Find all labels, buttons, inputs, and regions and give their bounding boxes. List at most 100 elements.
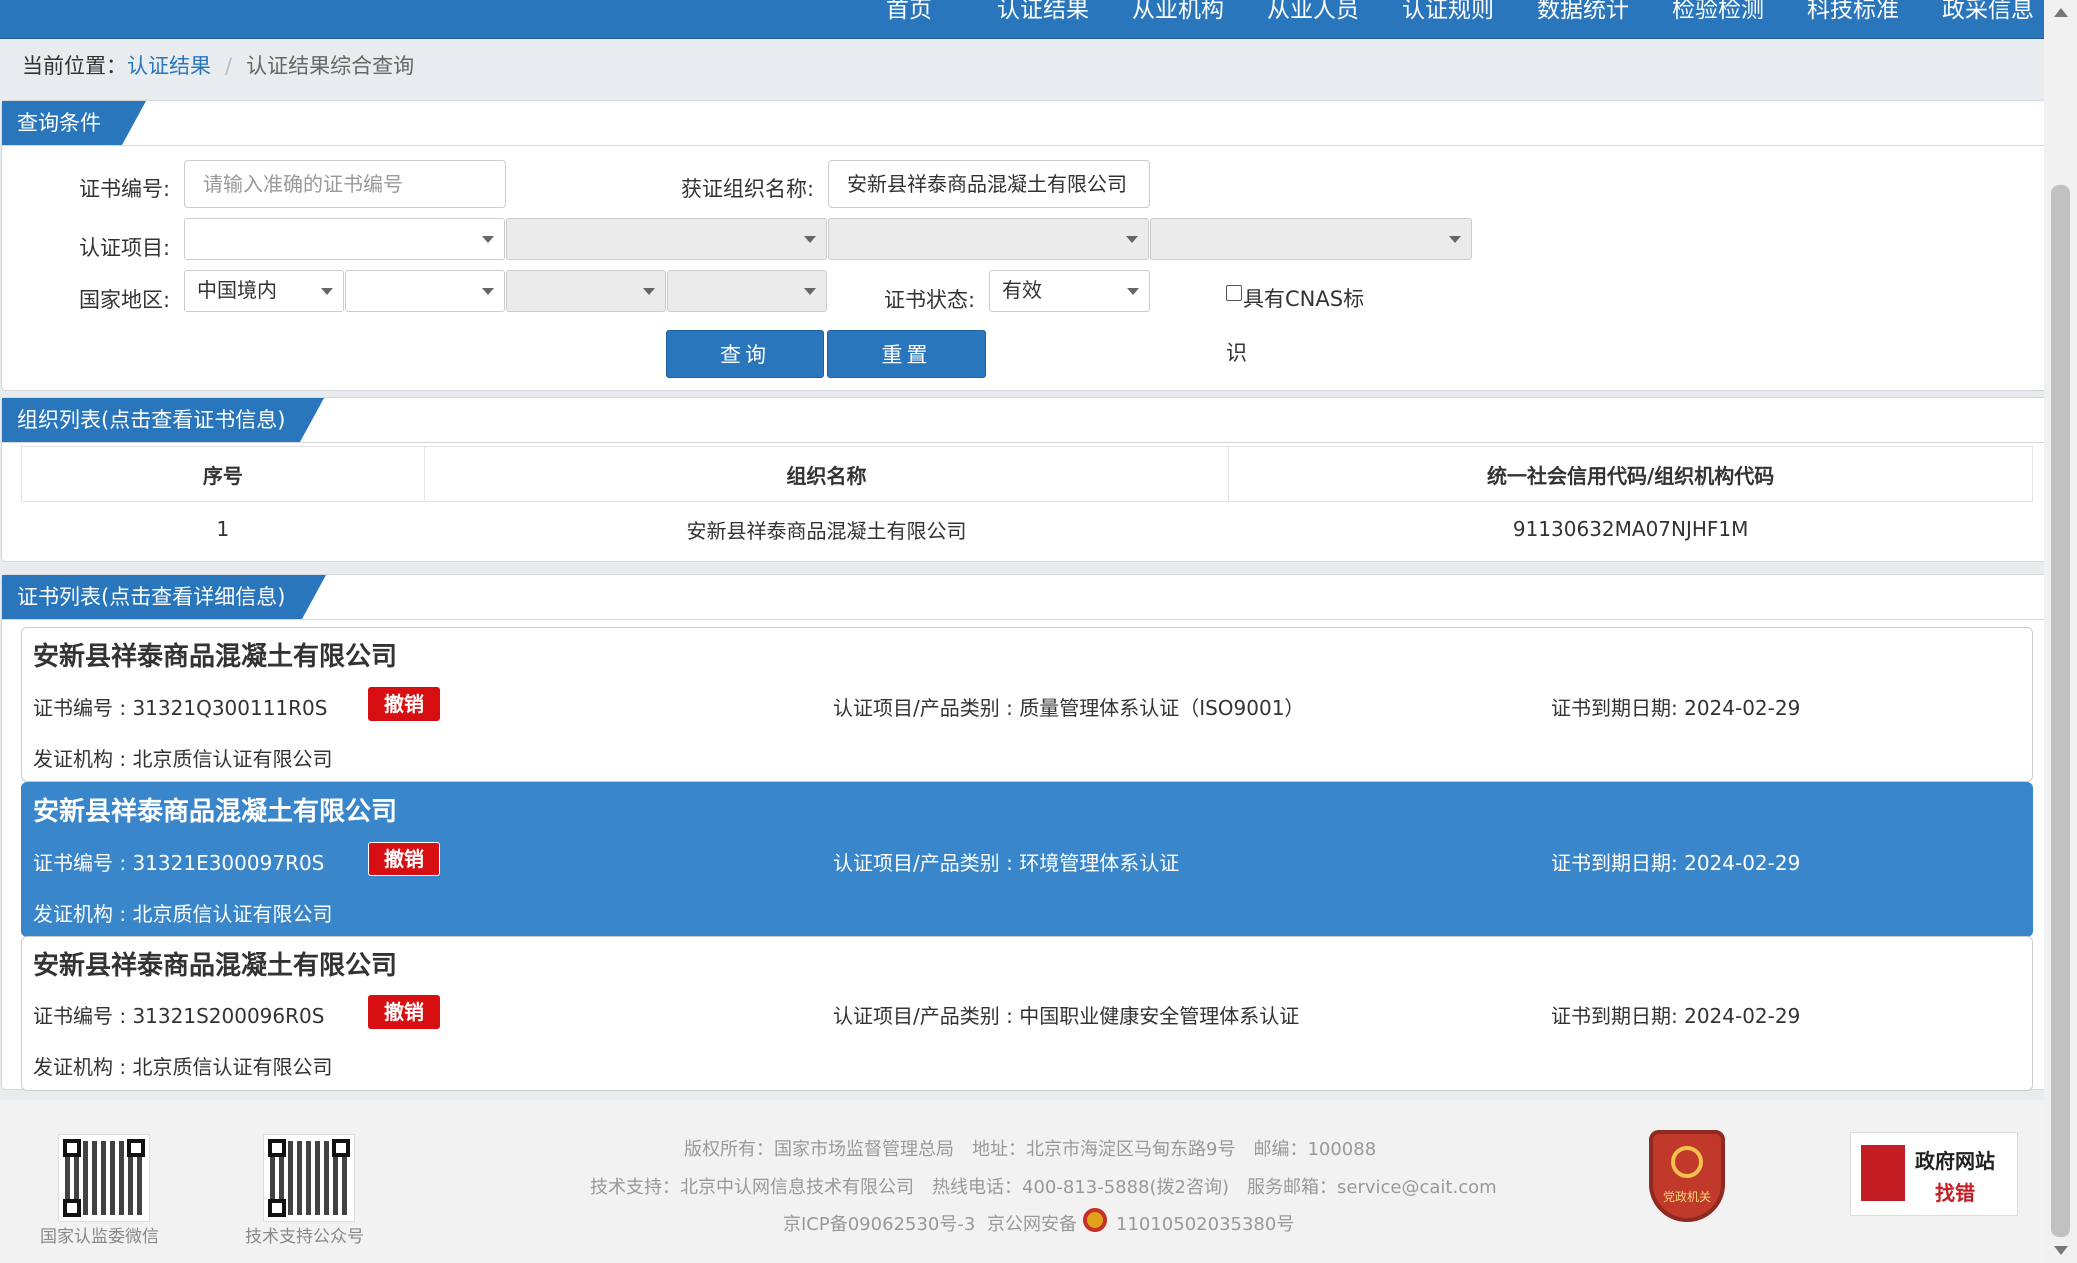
footer-copyright: 版权所有：国家市场监督管理总局 地址：北京市海淀区马甸东路9号 邮编：10008…	[684, 1139, 1377, 1160]
cert-number: 证书编号 : 31321E300097R0S	[33, 851, 325, 875]
chevron-down-icon	[321, 288, 333, 295]
project-select-3[interactable]	[828, 218, 1149, 260]
qr-corner	[332, 1139, 350, 1157]
nav-statistics[interactable]: 数据统计	[1537, 0, 1629, 34]
project-label: 认证项目:	[79, 236, 171, 260]
row-index: 1	[216, 517, 230, 541]
breadcrumb-current: 认证结果综合查询	[246, 54, 415, 78]
breadcrumb-prefix: 当前位置：	[22, 54, 127, 78]
cert-card-selected[interactable]: 安新县祥泰商品混凝土有限公司 证书编号 : 31321E300097R0S 撤销…	[21, 782, 2033, 937]
party-gov-badge[interactable]: 党政机关	[1649, 1130, 1725, 1222]
cnas-label: 具有CNAS标	[1243, 287, 1365, 311]
status-badge: 撤销	[368, 995, 440, 1029]
cert-project: 认证项目/产品类别 : 环境管理体系认证	[833, 851, 1180, 875]
qr-corner	[127, 1139, 145, 1157]
chevron-down-icon	[804, 236, 816, 243]
cert-card[interactable]: 安新县祥泰商品混凝土有限公司 证书编号 : 31321Q300111R0S 撤销…	[21, 627, 2033, 782]
nav-inspection[interactable]: 检验检测	[1672, 0, 1764, 34]
region-select-country[interactable]: 中国境内	[184, 270, 344, 312]
table-header-row: 序号 组织名称 统一社会信用代码/组织机构代码	[21, 446, 2033, 502]
status-badge: 撤销	[368, 842, 440, 876]
nav-practitioners[interactable]: 从业人员	[1267, 0, 1359, 34]
nav-home[interactable]: 首页	[886, 0, 932, 34]
chevron-down-icon	[482, 288, 494, 295]
breadcrumb-separator: /	[225, 54, 233, 78]
scroll-up-icon[interactable]	[2054, 8, 2068, 17]
scrollbar[interactable]	[2044, 0, 2077, 1263]
org-table: 序号 组织名称 统一社会信用代码/组织机构代码 1 安新县祥泰商品混凝土有限公司…	[21, 446, 2033, 556]
footer-icp[interactable]: 京ICP备09062530号-3	[783, 1210, 975, 1236]
party-badge-text: 党政机关	[1662, 1190, 1711, 1204]
police-badge-icon	[1083, 1208, 1107, 1232]
support-qr-code	[263, 1134, 355, 1222]
scroll-down-icon[interactable]	[2054, 1246, 2068, 1255]
status-label: 证书状态:	[884, 288, 976, 312]
search-button[interactable]: 查询	[666, 330, 824, 378]
cert-number: 证书编号 : 31321Q300111R0S	[33, 696, 328, 720]
top-nav: 首页 认证结果 从业机构 从业人员 认证规则 数据统计 检验检测 科技标准 政采…	[0, 0, 2044, 39]
chevron-down-icon	[1449, 236, 1461, 243]
project-select-2[interactable]	[506, 218, 827, 260]
region-value: 中国境内	[197, 278, 277, 302]
cert-issuer: 发证机构 : 北京质信认证有限公司	[33, 1055, 333, 1079]
party-emblem-icon	[1671, 1146, 1703, 1178]
region-select-province[interactable]	[345, 270, 505, 312]
region-label: 国家地区:	[79, 288, 171, 312]
cert-project: 认证项目/产品类别 : 中国职业健康安全管理体系认证	[833, 1004, 1300, 1028]
nav-cert-results[interactable]: 认证结果	[997, 0, 1089, 34]
cert-no-input[interactable]	[184, 160, 506, 208]
nav-cert-rules[interactable]: 认证规则	[1402, 0, 1494, 34]
nav-standards[interactable]: 科技标准	[1807, 0, 1899, 34]
col-code-header: 统一社会信用代码/组织机构代码	[1228, 446, 2033, 502]
magnifier-icon	[1861, 1145, 1905, 1201]
row-org-name[interactable]: 安新县祥泰商品混凝土有限公司	[424, 502, 1228, 557]
row-credit-code: 91130632MA07NJHF1M	[1512, 517, 1749, 541]
cert-number: 证书编号 : 31321S200096R0S	[33, 1004, 325, 1028]
cert-org-name: 安新县祥泰商品混凝土有限公司	[33, 642, 398, 672]
org-name-input[interactable]: 安新县祥泰商品混凝土有限公司	[828, 160, 1150, 208]
chevron-down-icon	[482, 236, 494, 243]
org-list-header: 组织列表(点击查看证书信息)	[2, 398, 2053, 443]
chevron-down-icon	[643, 288, 655, 295]
nav-procurement[interactable]: 政采信息	[1942, 0, 2034, 34]
org-list-title: 组织列表(点击查看证书信息)	[2, 398, 324, 442]
cert-issuer: 发证机构 : 北京质信认证有限公司	[33, 747, 333, 771]
cert-card[interactable]: 安新县祥泰商品混凝土有限公司 证书编号 : 31321S200096R0S 撤销…	[21, 936, 2033, 1091]
qr-corner	[63, 1139, 81, 1157]
cnas-label-wrap: 识	[1226, 341, 1247, 365]
query-panel-title: 查询条件	[2, 101, 146, 145]
breadcrumb: 当前位置：认证结果 / 认证结果综合查询	[22, 50, 414, 80]
gov-site-error-button[interactable]: 政府网站 找错	[1850, 1132, 2018, 1216]
status-select[interactable]: 有效	[989, 270, 1150, 312]
region-select-district[interactable]	[667, 270, 827, 312]
status-value: 有效	[1002, 278, 1042, 302]
qr-corner	[268, 1199, 286, 1217]
qr-corner	[268, 1139, 286, 1157]
nav-institutions[interactable]: 从业机构	[1132, 0, 1224, 34]
col-name-header: 组织名称	[423, 446, 1230, 502]
project-select-1[interactable]	[184, 218, 505, 260]
cert-list-header: 证书列表(点击查看详细信息)	[2, 575, 2053, 620]
cert-org-name: 安新县祥泰商品混凝土有限公司	[33, 951, 398, 981]
cert-issuer: 发证机构 : 北京质信认证有限公司	[33, 902, 333, 926]
gov-site-text: 政府网站	[1915, 1149, 1995, 1173]
reset-button[interactable]: 重置	[827, 330, 986, 378]
cert-no-label: 证书编号:	[79, 177, 171, 201]
status-badge: 撤销	[368, 687, 440, 721]
footer: 国家认监委微信 技术支持公众号 版权所有：国家市场监督管理总局 地址：北京市海淀…	[0, 1100, 2044, 1263]
gov-site-text-2: 找错	[1935, 1181, 1975, 1205]
footer-support: 技术支持：北京中认网信息技术有限公司 热线电话：400-813-5888(拨2咨…	[590, 1177, 1497, 1198]
project-select-4[interactable]	[1150, 218, 1472, 260]
footer-police-number[interactable]: 11010502035380号	[1116, 1210, 1294, 1236]
chevron-down-icon	[1127, 288, 1139, 295]
support-qr-caption: 技术支持公众号	[245, 1227, 364, 1247]
cnas-checkbox[interactable]	[1226, 285, 1242, 301]
region-select-city[interactable]	[506, 270, 666, 312]
cert-expiry: 证书到期日期: 2024-02-29	[1551, 851, 1801, 875]
scrollbar-thumb[interactable]	[2051, 185, 2070, 1237]
col-index-header: 序号	[21, 446, 425, 502]
cert-list-title: 证书列表(点击查看详细信息)	[2, 575, 326, 619]
table-row[interactable]: 1 安新县祥泰商品混凝土有限公司 91130632MA07NJHF1M	[22, 502, 2033, 557]
footer-police-prefix: 京公网安备	[987, 1214, 1077, 1235]
breadcrumb-link[interactable]: 认证结果	[127, 54, 211, 78]
